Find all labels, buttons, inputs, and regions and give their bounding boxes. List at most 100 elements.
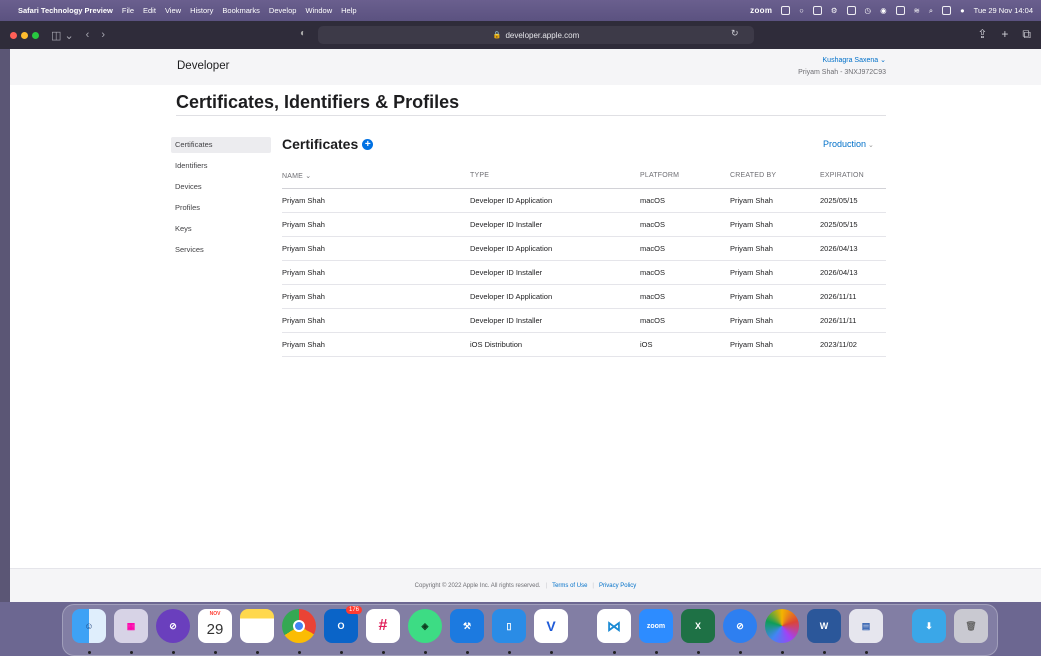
excel-icon[interactable]: X xyxy=(681,609,715,643)
table-row[interactable]: Priyam Shah Developer ID Installer macOS… xyxy=(282,308,886,333)
cell-type: iOS Distribution xyxy=(470,332,640,357)
android-studio-icon[interactable]: ◈ xyxy=(408,609,442,643)
chevron-down-icon: ⌄ xyxy=(868,142,874,149)
menu-view[interactable]: View xyxy=(165,6,181,15)
launchpad-glyph-icon: ▦ xyxy=(126,620,136,631)
table-row[interactable]: Priyam Shah Developer ID Installer macOS… xyxy=(282,212,886,237)
status-icon-1[interactable] xyxy=(781,6,791,15)
chrome-icon[interactable] xyxy=(282,609,316,643)
sidebar-item-identifiers[interactable]: Identifiers xyxy=(171,158,271,179)
forward-icon[interactable]: › xyxy=(101,29,105,41)
menu-develop[interactable]: Develop xyxy=(269,6,297,15)
cell-platform: macOS xyxy=(640,260,730,285)
address-bar[interactable]: 🔒 developer.apple.com xyxy=(318,26,754,44)
outlook-icon[interactable]: O 176 xyxy=(324,606,362,643)
back-icon[interactable]: ‹ xyxy=(86,29,90,41)
notes-icon[interactable] xyxy=(240,609,274,643)
sidebar-item-certificates[interactable]: Certificates xyxy=(171,137,271,153)
sidebar-item-keys[interactable]: Keys xyxy=(171,221,271,242)
privacy-policy-link[interactable]: Privacy Policy xyxy=(599,583,636,589)
trash-icon[interactable]: 🗑 xyxy=(954,609,988,643)
clock-status-icon[interactable]: ◷ xyxy=(865,6,872,15)
terms-of-use-link[interactable]: Terms of Use xyxy=(552,583,587,589)
developer-logo[interactable]: Developer xyxy=(175,58,229,72)
close-window-button[interactable] xyxy=(10,31,17,39)
dock-running-indicator xyxy=(130,651,133,654)
menu-edit[interactable]: Edit xyxy=(143,6,156,15)
menu-window[interactable]: Window xyxy=(305,6,332,15)
cell-name: Priyam Shah xyxy=(282,236,470,261)
launchpad-icon[interactable]: ▦ xyxy=(114,609,148,643)
table-row[interactable]: Priyam Shah iOS Distribution iOS Priyam … xyxy=(282,332,886,357)
sidebar-toggle-icon[interactable]: ◫ ⌄ xyxy=(51,29,74,42)
vpn-status-icon[interactable]: ◉ xyxy=(880,6,887,15)
safari-icon[interactable]: ⊘ xyxy=(723,609,757,643)
cell-created-by: Priyam Shah xyxy=(730,308,820,333)
reload-icon[interactable]: ↻ xyxy=(731,28,739,39)
finder-icon[interactable]: ☺ xyxy=(72,609,106,643)
minimize-window-button[interactable] xyxy=(21,31,28,39)
simulator-icon[interactable]: ▯ xyxy=(492,609,526,643)
downloads-folder-icon[interactable]: ⬇ xyxy=(912,609,946,643)
slack-icon[interactable]: # xyxy=(366,609,400,643)
environment-select[interactable]: Production ⌄ xyxy=(823,139,874,149)
calendar-icon[interactable]: NOV 29 xyxy=(198,609,232,643)
lock-icon: 🔒 xyxy=(492,32,502,39)
cell-created-by: Priyam Shah xyxy=(730,212,820,237)
safari-preview-icon[interactable]: ⊘ xyxy=(156,609,190,643)
status-icon-3[interactable] xyxy=(846,6,856,15)
developer-header: Developer Kushagra Saxena ⌄ Priyam Shah … xyxy=(10,49,1041,85)
cell-type: Developer ID Application xyxy=(470,188,640,213)
menu-bookmarks[interactable]: Bookmarks xyxy=(222,6,260,15)
dock-running-indicator xyxy=(508,651,511,654)
column-header-created-by[interactable]: CREATED BY xyxy=(730,164,820,189)
zoom-window-button[interactable] xyxy=(32,31,39,39)
photos-icon[interactable] xyxy=(765,609,799,643)
table-row[interactable]: Priyam Shah Developer ID Application mac… xyxy=(282,236,886,261)
tab-overview-icon[interactable]: ⧉ xyxy=(1022,27,1031,42)
record-status-icon[interactable]: ○ xyxy=(799,6,804,15)
table-header-row: NAME ⌄ TYPE PLATFORM CREATED BY EXPIRATI… xyxy=(282,164,886,189)
preview-icon[interactable]: ▤ xyxy=(849,609,883,643)
cell-platform: macOS xyxy=(640,284,730,309)
column-header-name[interactable]: NAME ⌄ xyxy=(282,164,470,189)
table-row[interactable]: Priyam Shah Developer ID Application mac… xyxy=(282,188,886,213)
vscode-icon[interactable]: ⋈ xyxy=(597,609,631,643)
share-icon[interactable]: ⇪ xyxy=(977,27,987,42)
vysor-icon[interactable]: V xyxy=(534,609,568,643)
wifi-icon[interactable]: ≋ xyxy=(914,6,920,15)
zoom-status-icon[interactable]: zoom xyxy=(750,6,772,15)
table-row[interactable]: Priyam Shah Developer ID Installer macOS… xyxy=(282,260,886,285)
sidebar-item-devices[interactable]: Devices xyxy=(171,179,271,200)
dock-running-indicator xyxy=(382,651,385,654)
account-info: Kushagra Saxena ⌄ Priyam Shah - 3NXJ972C… xyxy=(798,55,886,79)
spotlight-icon[interactable]: ⌕ xyxy=(929,6,933,16)
cell-name: Priyam Shah xyxy=(282,260,470,285)
siri-icon[interactable]: ● xyxy=(960,6,965,15)
menu-app-name[interactable]: Safari Technology Preview xyxy=(18,6,113,15)
new-tab-icon[interactable]: + xyxy=(1001,27,1008,42)
word-icon[interactable]: W xyxy=(807,609,841,643)
menu-clock[interactable]: Tue 29 Nov 14:04 xyxy=(974,6,1033,15)
table-row[interactable]: Priyam Shah Developer ID Application mac… xyxy=(282,284,886,309)
sidebar-item-services[interactable]: Services xyxy=(171,242,271,263)
column-header-type[interactable]: TYPE xyxy=(470,164,640,189)
column-header-platform[interactable]: PLATFORM xyxy=(640,164,730,189)
chrome-center-icon xyxy=(293,620,305,632)
menu-help[interactable]: Help xyxy=(341,6,356,15)
xcode-icon[interactable]: ⚒ xyxy=(450,609,484,643)
zoom-icon[interactable]: zoom xyxy=(639,609,673,643)
menu-history[interactable]: History xyxy=(190,6,213,15)
menu-file[interactable]: File xyxy=(122,6,134,15)
add-certificate-icon[interactable]: + xyxy=(362,138,374,150)
dock-running-indicator xyxy=(739,651,742,654)
control-center-icon[interactable] xyxy=(942,6,952,15)
column-header-expiration[interactable]: EXPIRATION xyxy=(820,164,886,189)
cell-expiration: 2025/05/15 xyxy=(820,212,886,237)
battery-icon[interactable] xyxy=(895,6,905,15)
account-menu[interactable]: Kushagra Saxena ⌄ xyxy=(798,55,886,67)
teams-status-icon[interactable]: ⚙ xyxy=(831,6,838,15)
status-icon-2[interactable] xyxy=(812,6,822,15)
sidebar-item-profiles[interactable]: Profiles xyxy=(171,200,271,221)
privacy-shield-icon[interactable]: ◐ xyxy=(300,28,306,39)
